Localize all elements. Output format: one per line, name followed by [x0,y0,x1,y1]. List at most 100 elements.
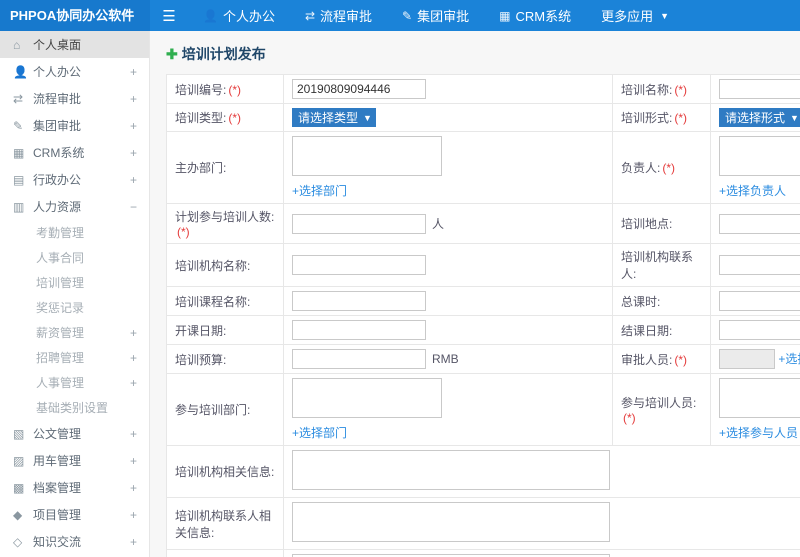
select-approver-link[interactable]: +选择审批人员 [778,352,800,366]
sidebar-item-label: 人力资源 [33,200,82,214]
sidebar-subitem-salary[interactable]: 薪资管理 + [0,320,149,345]
plan-count-input[interactable] [292,213,426,234]
form-row: 培训要求: [166,549,800,557]
sidebar-subitem-training[interactable]: 培训管理 [0,270,149,295]
field-label: 主办部门: [166,131,284,204]
budget-input[interactable] [292,349,426,369]
knowledge-icon: ◇ [13,534,23,549]
expand-icon[interactable]: + [130,351,137,365]
required-mark: (*) [674,111,688,125]
main-content: ✚ 培训计划发布 培训编号:(*) 培训名称:(*) 培训类型:(*) 请选择类… [150,31,800,557]
nav-item-process-approval[interactable]: ⇄ 流程审批 [290,0,387,31]
form-row: 培训编号:(*) 培训名称:(*) [166,74,800,104]
expand-icon[interactable]: + [130,65,137,79]
nav-label: 流程审批 [320,9,373,24]
org-contact-input[interactable] [719,255,800,275]
project-icon: ◆ [13,507,23,522]
expand-icon[interactable]: + [130,119,137,133]
nav-item-group-approval[interactable]: ✎ 集团审批 [387,0,484,31]
label-text: 培训课程名称: [175,294,251,309]
form-row: 主办部门: +选择部门 负责人: (*) +选择负责人 [166,131,800,204]
sidebar-subitem-attendance[interactable]: 考勤管理 [0,220,149,245]
expand-icon[interactable]: + [130,454,137,468]
start-date-input[interactable] [292,320,426,340]
expand-icon[interactable]: + [130,508,137,522]
nav-label: 更多应用 [601,9,654,24]
location-input[interactable] [719,213,800,234]
org-info-textarea[interactable] [292,450,610,490]
sidebar-item-label: 知识交流 [33,535,82,549]
train-type-select[interactable]: 请选择类型 ▼ [292,108,376,127]
leader-textarea[interactable] [719,136,800,176]
sidebar-item-label: 项目管理 [33,508,82,522]
select-dept-link[interactable]: +选择部门 [292,184,347,198]
course-name-input[interactable] [292,291,426,311]
expand-icon[interactable]: + [130,92,137,106]
form-row: 计划参与培训人数:(*) 人 培训地点: [166,203,800,244]
expand-icon[interactable]: + [130,427,137,441]
end-date-input[interactable] [719,320,800,340]
total-hours-input[interactable] [719,291,800,311]
expand-icon[interactable]: + [130,173,137,187]
nav-label: 集团审批 [417,9,470,24]
sidebar-subitem-hr-contract[interactable]: 人事合同 [0,245,149,270]
join-people-textarea[interactable] [719,378,800,418]
edit-icon: ✎ [402,8,413,23]
label-text: 培训地点: [621,217,673,231]
expand-icon[interactable]: + [130,146,137,160]
contact-info-textarea[interactable] [292,502,610,542]
chevron-down-icon: ▼ [790,112,799,123]
sidebar-item-hr[interactable]: ▥ 人力资源 − [0,193,149,220]
sidebar-item-desktop[interactable]: ⌂ 个人桌面 [0,31,149,58]
sidebar-item-project[interactable]: ◆ 项目管理 + [0,501,149,528]
approver-input[interactable] [719,349,775,369]
train-no-input[interactable] [292,79,426,99]
sidebar-subitem-base-category[interactable]: 基础类别设置 [0,395,149,420]
sidebar-item-crm[interactable]: ▦ CRM系统 + [0,139,149,166]
expand-icon[interactable]: + [130,376,137,390]
form-row: 参与培训部门: +选择部门 参与培训人员:(*) +选择参与人员 [166,373,800,446]
field-label: 总课时: [612,286,711,316]
sidebar-item-vehicle[interactable]: ▨ 用车管理 + [0,447,149,474]
sidebar-item-document[interactable]: ▧ 公文管理 + [0,420,149,447]
sidebar-subitem-reward-record[interactable]: 奖惩记录 [0,295,149,320]
nav-item-crm[interactable]: ▦ CRM系统 [484,0,586,31]
label-text: 培训机构名称: [175,258,251,273]
sidebar-item-label: CRM系统 [33,146,85,160]
sidebar-item-group-approval[interactable]: ✎ 集团审批 + [0,112,149,139]
train-name-input[interactable] [719,79,800,99]
sidebar-item-archive[interactable]: ▩ 档案管理 + [0,474,149,501]
nav-label: CRM系统 [515,9,572,24]
collapse-icon[interactable]: − [130,200,137,214]
sidebar-item-process-approval[interactable]: ⇄ 流程审批 + [0,85,149,112]
field-label: 培训机构联系人相关信息: [166,497,284,550]
hamburger-icon[interactable]: ☰ [150,7,188,25]
sidebar-subitem-label: 人事合同 [36,251,85,265]
plus-icon: ✚ [166,45,178,62]
label-text: 结课日期: [621,323,673,338]
sidebar-item-knowledge[interactable]: ◇ 知识交流 + [0,528,149,555]
sidebar-subitem-label: 薪资管理 [36,326,85,340]
sidebar-subitem-recruit[interactable]: 招聘管理 + [0,345,149,370]
join-dept-textarea[interactable] [292,378,442,418]
expand-icon[interactable]: + [130,326,137,340]
label-text: 培训机构联系人: [621,250,694,281]
expand-icon[interactable]: + [130,535,137,549]
select-join-dept-link[interactable]: +选择部门 [292,426,347,440]
top-bar: PHPOA协同办公软件 ☰ 👤 个人办公 ⇄ 流程审批 ✎ 集团审批 ▦ CRM… [0,0,800,31]
train-form-select[interactable]: 请选择形式 ▼ [719,108,800,127]
nav-item-personal-office[interactable]: 👤 个人办公 [188,0,290,31]
select-leader-link[interactable]: +选择负责人 [719,184,786,198]
sidebar-subitem-label: 招聘管理 [36,351,85,365]
org-name-input[interactable] [292,255,426,275]
select-join-people-link[interactable]: +选择参与人员 [719,426,798,440]
sidebar-item-personal-office[interactable]: 👤 个人办公 + [0,58,149,85]
host-dept-textarea[interactable] [292,136,442,176]
sidebar-item-admin-office[interactable]: ▤ 行政办公 + [0,166,149,193]
expand-icon[interactable]: + [130,481,137,495]
nav-label: 个人办公 [222,9,275,24]
nav-item-more-apps[interactable]: 更多应用 ▼ [586,0,684,31]
required-mark: (*) [623,411,636,425]
label-text: 培训类型: [175,111,227,125]
sidebar-subitem-personnel[interactable]: 人事管理 + [0,370,149,395]
